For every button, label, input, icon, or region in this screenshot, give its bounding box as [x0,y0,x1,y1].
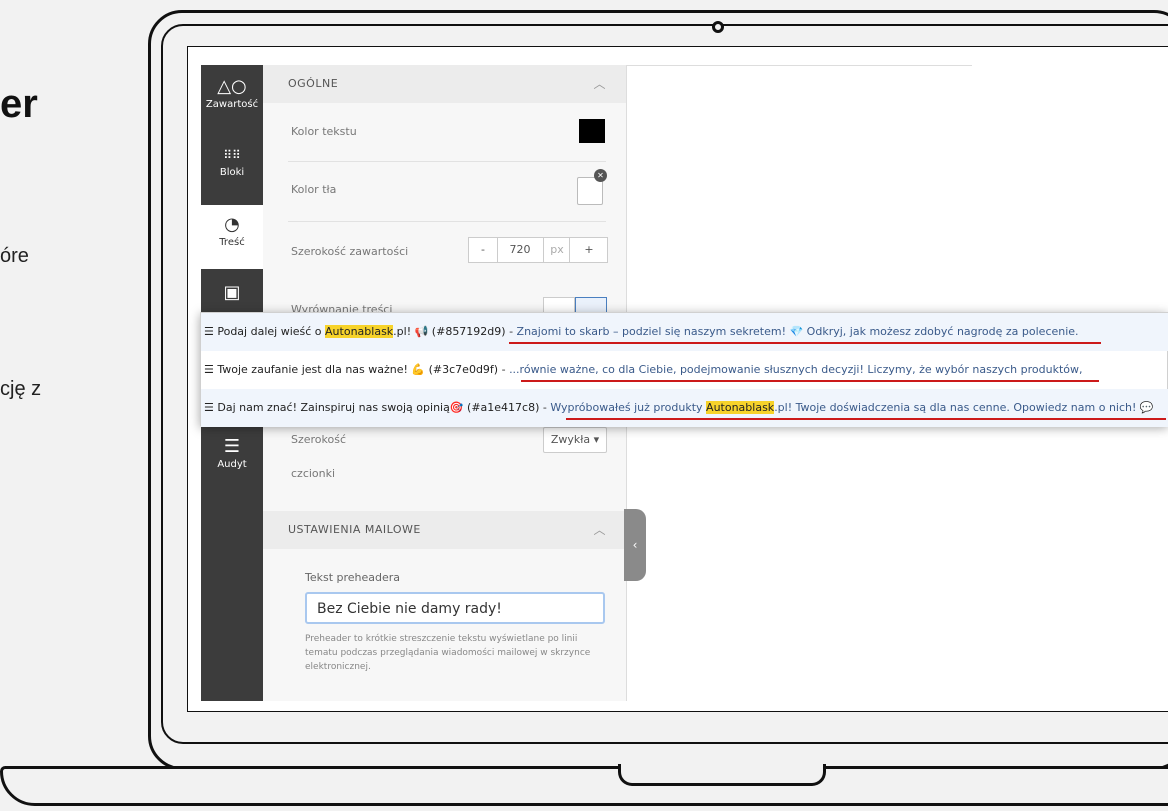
suggestion-title: ☰ Twoje zaufanie jest dla nas ważne! 💪 (… [204,363,502,376]
clear-color-icon[interactable]: ✕ [594,169,607,182]
text-color-label: Kolor tekstu [291,125,357,138]
sidebar-item-zawartosc[interactable]: △○ Zawartość [201,77,263,131]
text-color-swatch[interactable] [579,119,605,143]
image-icon: ▣ [223,282,241,303]
section-general-header[interactable]: OGÓLNE ︿ [263,65,626,103]
spellcheck-underline [509,342,1101,344]
suggestion-text: Znajomi to skarb – podziel się naszym se… [516,325,1079,338]
section-title: USTAWIENIA MAILOWE [288,523,421,536]
suggestion-id: .pl! 📢 (#857192d9) [393,325,510,338]
font-width-label: Szerokość [291,433,347,446]
brand-highlight: Autonablask [706,401,775,414]
laptop-base [0,766,1168,806]
chevron-up-icon: ︿ [593,77,606,91]
unit-label: px [543,238,570,262]
laptop-notch [618,764,826,786]
suggestion-text: ...równie ważne, co dla Ciebie, podejmow… [509,363,1083,376]
increment-button[interactable]: + [569,238,608,262]
content-width-stepper[interactable]: - 720 px + [468,237,608,263]
list-item[interactable]: ☰ Podaj dalej wieść o Autonablask.pl! 📢 … [201,313,1168,351]
sidebar-item-audyt[interactable]: ☰ Audyt [201,437,263,477]
divider [288,161,606,162]
spellcheck-underline [566,418,1166,420]
sidebar-item-bloki[interactable]: ⠿⠿ Bloki [201,145,263,199]
camera-icon [712,21,724,33]
preheader-help-text: Preheader to krótkie streszczenie tekstu… [305,634,591,672]
list-item[interactable]: ☰ Twoje zaufanie jest dla nas ważne! 💪 (… [201,351,1168,389]
list-item[interactable]: ☰ Daj nam znać! Zainspiruj nas swoją opi… [201,389,1168,427]
decrement-button[interactable]: - [469,238,498,262]
brand-highlight: Autonablask [325,325,394,338]
section-mail-header[interactable]: USTAWIENIA MAILOWE ︿ [263,511,626,549]
chevron-up-icon: ︿ [593,523,606,537]
hero-text-line-1: óre [0,245,29,267]
content-width-value[interactable]: 720 [497,238,543,262]
suggestion-text-end: .pl! Twoje doświadczenia są dla nas cenn… [774,401,1154,414]
preheader-input[interactable]: Bez Ciebie nie damy rady! [305,592,605,624]
font-width-label-line2: czcionki [291,467,336,480]
sidebar-item-label: Bloki [219,167,245,178]
font-width-select[interactable]: Zwykła ▾ [543,427,607,453]
divider [288,221,606,222]
section-title: OGÓLNE [288,77,339,90]
suggestion-title: ☰ Daj nam znać! Zainspiruj nas swoją opi… [204,401,543,414]
spellcheck-underline [521,380,1099,382]
checklist-icon: ☰ [223,436,241,457]
preheader-label: Tekst preheadera [305,571,401,584]
separator: - [501,363,510,376]
bg-color-label: Kolor tła [291,183,337,196]
suggestion-title: ☰ Podaj dalej wieść o [204,325,326,338]
sidebar-item-tresc[interactable]: ◔ Treść [201,205,263,269]
sidebar-item-label: Zawartość [205,99,259,110]
collapse-panel-button[interactable]: ‹ [624,509,646,581]
sidebar-item-label: Treść [219,237,245,248]
grid-icon: ⠿⠿ [223,148,241,162]
suggestion-text: Wypróbowałeś już produkty [550,401,707,414]
hero-title: er [0,82,38,126]
preheader-suggestions-list: ☰ Podaj dalej wieść o Autonablask.pl! 📢 … [200,312,1168,427]
shapes-icon: △○ [217,76,247,97]
separator: - [509,325,517,338]
hero-text-line-2: cję z [0,378,42,400]
palette-icon: ◔ [224,214,240,235]
sidebar-item-label: Audyt [217,459,247,470]
content-width-label: Szerokość zawartości [291,245,409,258]
